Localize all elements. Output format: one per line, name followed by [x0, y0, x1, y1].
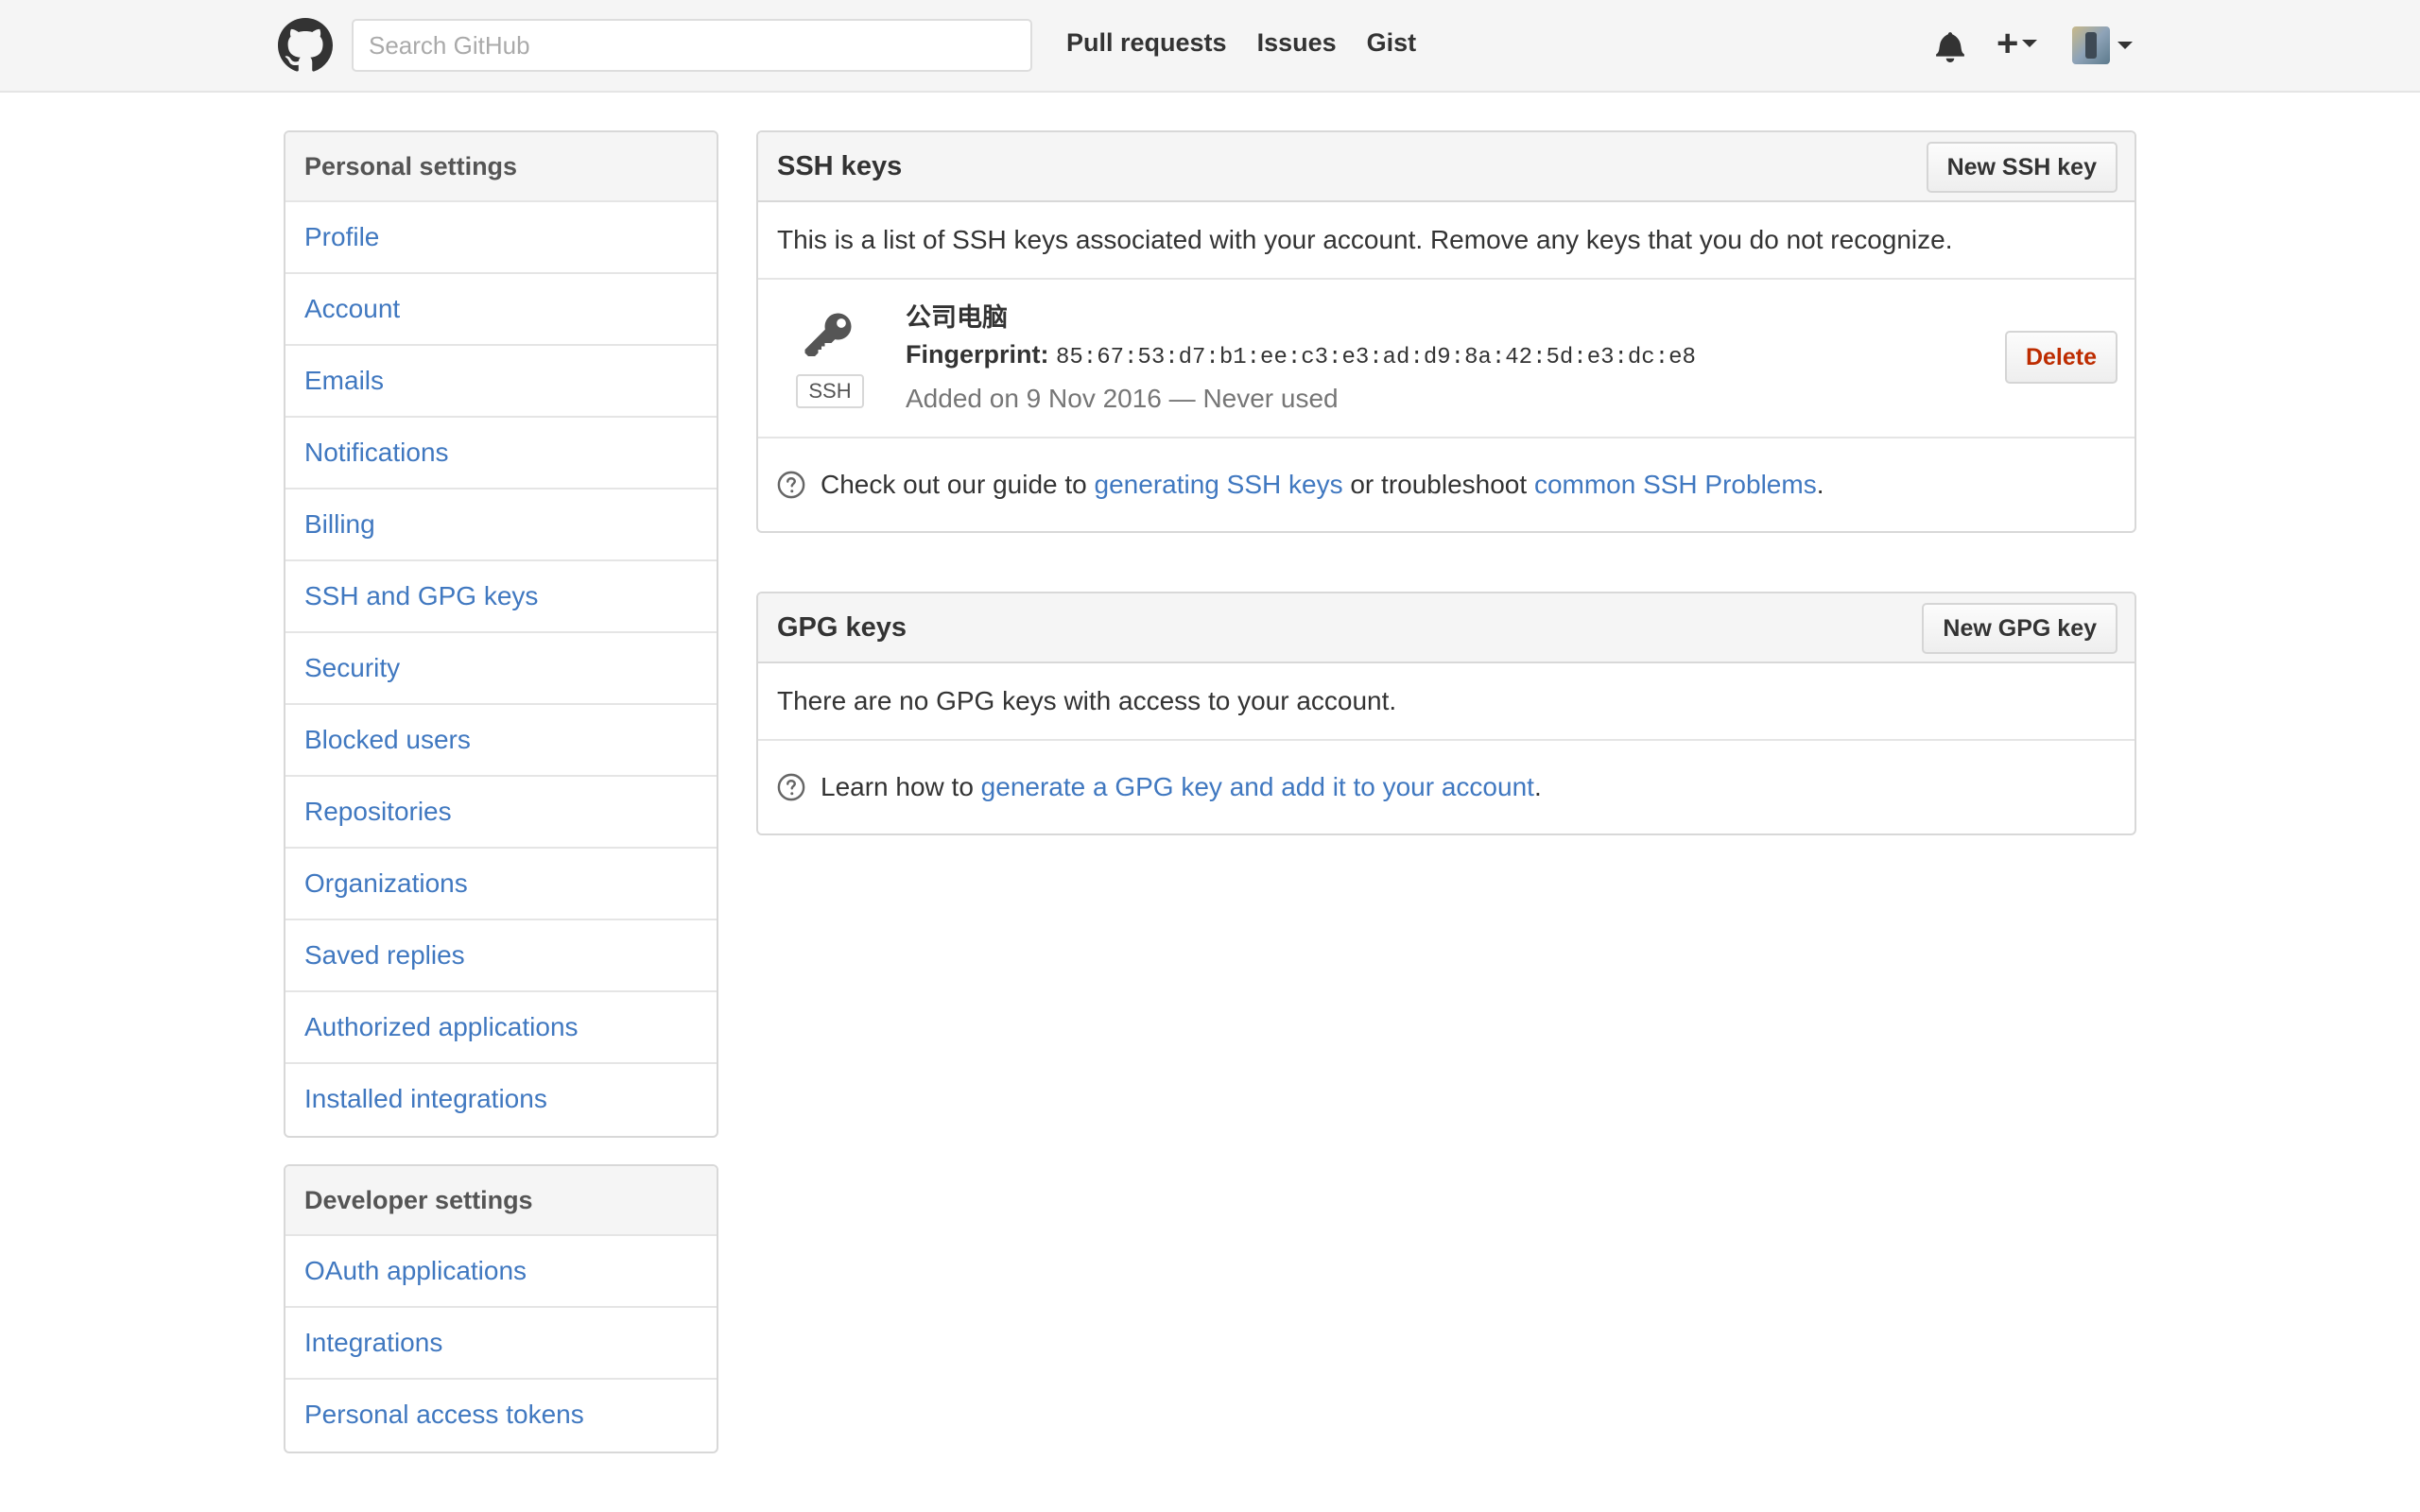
ssh-key-item: SSH 公司电脑 Fingerprint: 85:67:53:d7:b1:ee:… — [758, 280, 2135, 438]
github-logo-icon[interactable] — [278, 18, 333, 73]
search-input[interactable] — [352, 19, 1032, 72]
ssh-key-fingerprint: Fingerprint: 85:67:53:d7:b1:ee:c3:e3:ad:… — [906, 340, 1696, 370]
question-icon — [777, 471, 805, 499]
top-header: Pull requests Issues Gist + — [0, 0, 2420, 93]
sidebar-item-authorized-applications[interactable]: Authorized applications — [285, 992, 717, 1064]
sidebar-item-account[interactable]: Account — [285, 274, 717, 346]
delete-ssh-key-button[interactable]: Delete — [2004, 331, 2118, 384]
ssh-keys-title: SSH keys — [777, 151, 903, 181]
sidebar-item-integrations[interactable]: Integrations — [285, 1308, 717, 1380]
create-new-dropdown[interactable]: + — [1996, 23, 2038, 64]
help-suffix: . — [1533, 772, 1542, 801]
gpg-keys-header: GPG keys New GPG key — [758, 593, 2135, 663]
sidebar-item-notifications[interactable]: Notifications — [285, 418, 717, 490]
sidebar-item-billing[interactable]: Billing — [285, 490, 717, 561]
sidebar-item-profile[interactable]: Profile — [285, 202, 717, 274]
ssh-keys-box: SSH keys New SSH key This is a list of S… — [756, 130, 2136, 533]
sidebar-item-saved-replies[interactable]: Saved replies — [285, 920, 717, 992]
sidebar-item-emails[interactable]: Emails — [285, 346, 717, 418]
ssh-help-row: Check out our guide to generating SSH ke… — [758, 438, 2135, 531]
sidebar-item-ssh-gpg-keys[interactable]: SSH and GPG keys — [285, 561, 717, 633]
key-icon — [804, 313, 852, 356]
new-gpg-key-button[interactable]: New GPG key — [1922, 603, 2118, 654]
gpg-keys-title: GPG keys — [777, 612, 908, 643]
sidebar-item-repositories[interactable]: Repositories — [285, 777, 717, 849]
ssh-key-added-date: Added on 9 Nov 2016 — Never used — [906, 384, 1339, 413]
sidebar-item-security[interactable]: Security — [285, 633, 717, 705]
help-prefix: Learn how to — [821, 772, 974, 801]
sidebar-item-blocked-users[interactable]: Blocked users — [285, 705, 717, 777]
sidebar-item-installed-integrations[interactable]: Installed integrations — [285, 1064, 717, 1136]
gpg-keys-box: GPG keys New GPG key There are no GPG ke… — [756, 592, 2136, 835]
question-icon — [777, 773, 805, 801]
avatar — [2072, 26, 2110, 64]
ssh-badge: SSH — [796, 374, 864, 408]
bell-icon[interactable] — [1936, 30, 1964, 62]
fingerprint-value: 85:67:53:d7:b1:ee:c3:e3:ad:d9:8a:42:5d:e… — [1056, 345, 1696, 370]
chevron-down-icon — [2022, 40, 2038, 47]
help-middle: or troubleshoot — [1350, 470, 1528, 499]
nav-gist[interactable]: Gist — [1367, 28, 1417, 58]
ssh-keys-header: SSH keys New SSH key — [758, 132, 2135, 202]
developer-settings-menu: Developer settings OAuth applications In… — [284, 1164, 718, 1453]
sidebar-item-oauth-applications[interactable]: OAuth applications — [285, 1236, 717, 1308]
user-menu-dropdown[interactable] — [2072, 26, 2133, 64]
fingerprint-label: Fingerprint: — [906, 340, 1049, 369]
menu-heading: Personal settings — [285, 132, 717, 202]
new-ssh-key-button[interactable]: New SSH key — [1926, 142, 2118, 193]
menu-heading: Developer settings — [285, 1166, 717, 1236]
gpg-help-row: Learn how to generate a GPG key and add … — [758, 741, 2135, 833]
ssh-key-name: 公司电脑 — [906, 303, 1008, 332]
sidebar-item-organizations[interactable]: Organizations — [285, 849, 717, 920]
help-prefix: Check out our guide to — [821, 470, 1087, 499]
generating-ssh-keys-link[interactable]: generating SSH keys — [1095, 470, 1343, 499]
common-ssh-problems-link[interactable]: common SSH Problems — [1534, 470, 1817, 499]
help-suffix: . — [1816, 470, 1824, 499]
personal-settings-menu: Personal settings Profile Account Emails… — [284, 130, 718, 1138]
nav-pull-requests[interactable]: Pull requests — [1066, 28, 1227, 58]
gpg-keys-description: There are no GPG keys with access to you… — [758, 663, 2135, 741]
plus-icon: + — [1996, 23, 2019, 64]
gpg-help-text: Learn how to generate a GPG key and add … — [821, 742, 1542, 833]
chevron-down-icon — [2118, 42, 2133, 49]
header-nav: Pull requests Issues Gist — [1066, 28, 1416, 58]
generate-gpg-key-link[interactable]: generate a GPG key and add it to your ac… — [981, 772, 1534, 801]
ssh-keys-description: This is a list of SSH keys associated wi… — [758, 202, 2135, 280]
sidebar-item-personal-access-tokens[interactable]: Personal access tokens — [285, 1380, 717, 1452]
nav-issues[interactable]: Issues — [1257, 28, 1337, 58]
ssh-help-text: Check out our guide to generating SSH ke… — [821, 439, 1824, 530]
